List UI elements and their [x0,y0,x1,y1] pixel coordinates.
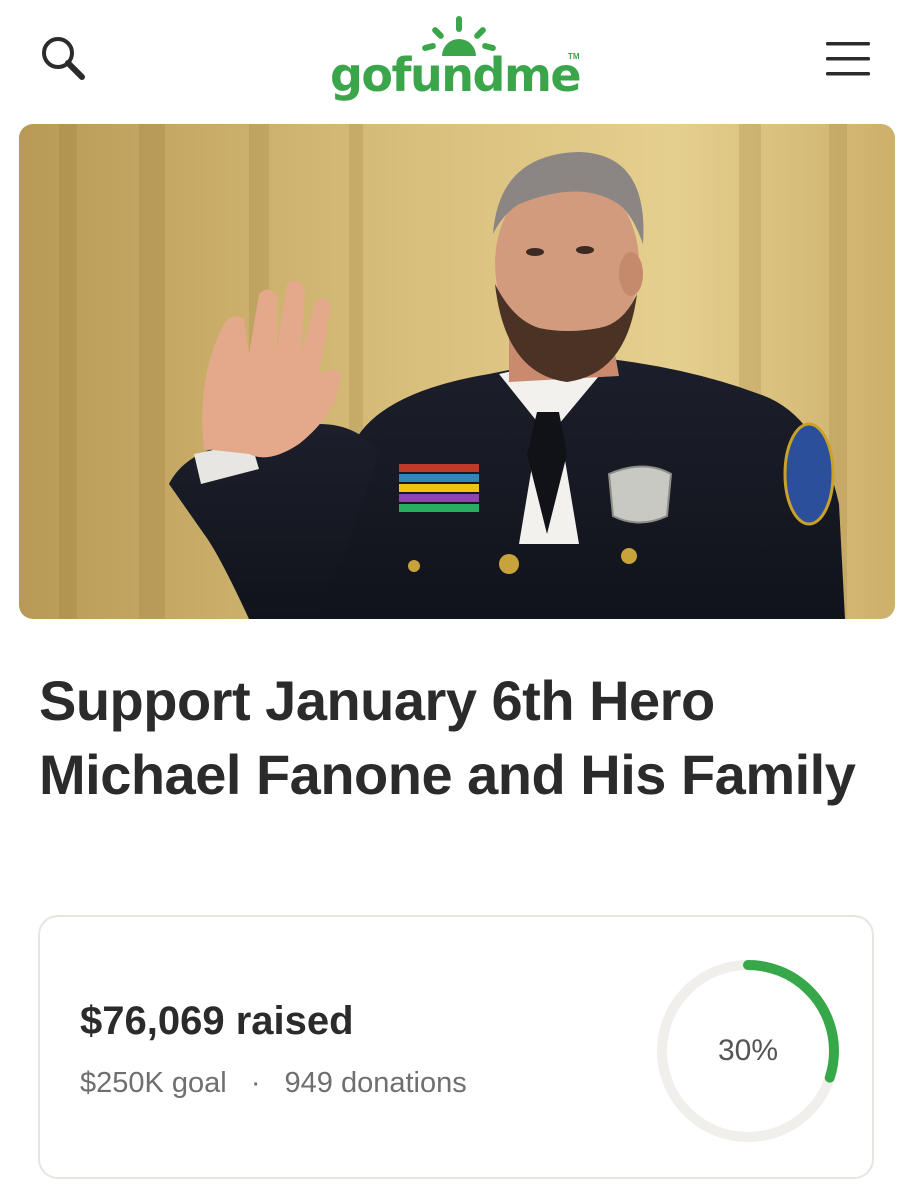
trademark-mark: TM [568,52,580,61]
hero-photo [19,124,895,619]
goal-summary: $250K goal · 949 donations [80,1067,467,1100]
progress-card: $76,069 raised $250K goal · 949 donation… [38,915,874,1179]
campaign-hero-image [19,124,895,619]
separator-dot: · [250,1067,261,1099]
donation-count: 949 donations [284,1067,467,1099]
campaign-title: Support January 6th Hero Michael Fanone … [39,669,856,806]
goal-amount: $250K goal [80,1067,227,1099]
menu-button[interactable] [820,36,876,84]
logo-wordmark: gofundme [330,48,582,102]
search-button[interactable] [34,30,92,88]
top-nav-bar: gofundme TM [0,0,913,118]
gofundme-logo[interactable]: gofundme TM [326,12,588,108]
amount-raised: $76,069 raised [80,999,354,1043]
progress-percent: 30% [717,1034,779,1067]
progress-ring: 30% [652,955,844,1147]
search-icon [42,37,85,80]
hamburger-menu-icon [826,42,870,76]
